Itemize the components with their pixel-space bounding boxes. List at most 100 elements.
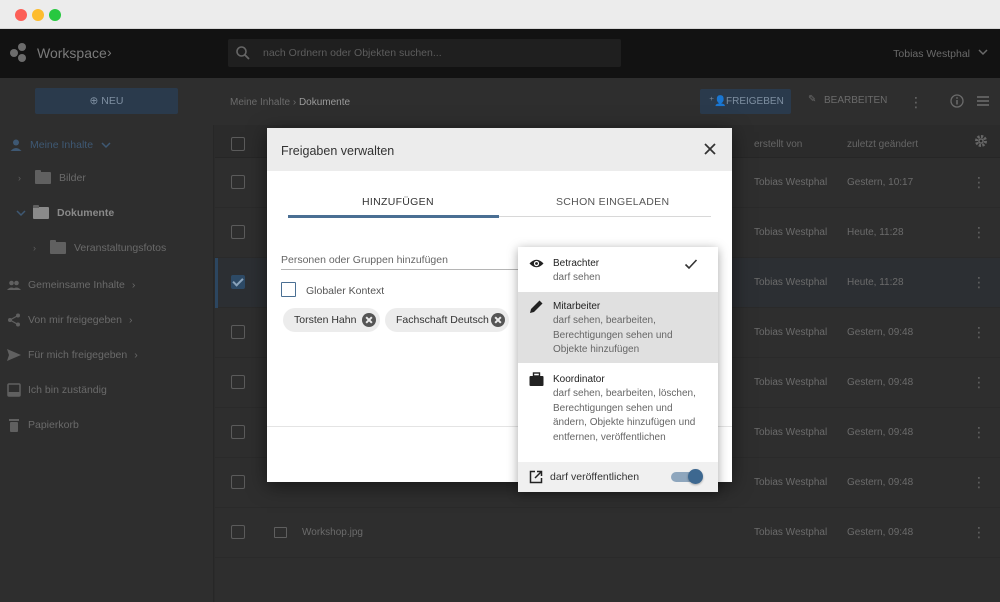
row-modified: Gestern, 09:48	[847, 327, 914, 338]
chevron-right-icon[interactable]: ›	[132, 279, 136, 291]
chevron-down-icon[interactable]	[978, 47, 988, 57]
chevron-down-icon[interactable]	[16, 208, 26, 218]
open-external-icon	[529, 470, 543, 484]
row-more-icon[interactable]: ⋮	[972, 374, 986, 391]
sidebar-item-gemeinsame-inhalte[interactable]: Gemeinsame Inhalte ›	[7, 275, 135, 295]
publish-toggle-knob[interactable]	[688, 469, 703, 484]
row-more-icon[interactable]: ⋮	[972, 274, 986, 291]
dialog-title: Freigaben verwalten	[281, 144, 395, 158]
more-options-icon[interactable]: ⋮	[909, 94, 923, 111]
chevron-right-icon[interactable]: ›	[18, 173, 26, 183]
search-bar[interactable]: nach Ordnern oder Objekten suchen...	[228, 39, 621, 67]
publish-toggle-row[interactable]: darf veröffentlichen	[518, 462, 718, 492]
global-context-label[interactable]: Globaler Kontext	[306, 285, 384, 297]
tab-schon-eingeladen[interactable]: SCHON EINGELADEN	[556, 196, 669, 208]
share-button-label: FREIGEBEN	[726, 96, 784, 107]
row-more-icon[interactable]: ⋮	[972, 174, 986, 191]
row-created-by: Tobias Westphal	[754, 427, 828, 438]
table-row[interactable]: Workshop.jpg Tobias Westphal Gestern, 09…	[215, 508, 1000, 558]
people-input[interactable]: Personen oder Gruppen hinzufügen	[281, 254, 448, 266]
window-titlebar	[0, 0, 1000, 29]
sidebar-item-ich-bin-zustaendig[interactable]: Ich bin zuständig	[7, 380, 107, 400]
column-header-modified[interactable]: zuletzt geändert	[847, 139, 918, 150]
breadcrumb-item-root[interactable]: Meine Inhalte	[230, 97, 290, 108]
role-title: Betrachter	[553, 258, 600, 269]
row-checkbox[interactable]	[231, 425, 245, 439]
pencil-icon: ✎	[808, 94, 817, 105]
row-name[interactable]: Workshop.jpg	[302, 527, 363, 538]
sidebar: Meine Inhalte › Bilder Dokumente › Veran…	[0, 125, 214, 602]
sidebar-item-label: Meine Inhalte	[30, 139, 94, 151]
people-input-underline	[281, 269, 521, 270]
info-icon[interactable]	[950, 94, 964, 108]
row-more-icon[interactable]: ⋮	[972, 524, 986, 541]
sidebar-item-papierkorb[interactable]: Papierkorb	[7, 415, 79, 435]
chevron-down-icon[interactable]	[101, 140, 111, 150]
sidebar-item-meine-inhalte[interactable]: Meine Inhalte	[9, 135, 111, 155]
share-button[interactable]: ⁺👤 FREIGEBEN	[700, 89, 791, 114]
role-option-mitarbeiter[interactable]: Mitarbeiter darf sehen, bearbeiten, Bere…	[518, 292, 718, 363]
workspace-logo-icon[interactable]	[10, 43, 30, 63]
row-more-icon[interactable]: ⋮	[972, 324, 986, 341]
sidebar-item-label: Bilder	[59, 172, 86, 184]
row-created-by: Tobias Westphal	[754, 177, 828, 188]
brand-name[interactable]: Workspace	[37, 45, 107, 61]
row-checkbox[interactable]	[231, 475, 245, 489]
folder-icon	[33, 205, 49, 219]
column-header-created-by[interactable]: erstellt von	[754, 139, 802, 150]
sidebar-item-label: Für mich freigegeben	[28, 349, 128, 361]
role-option-koordinator[interactable]: Koordinator darf sehen, bearbeiten, lösc…	[518, 365, 718, 461]
sidebar-item-dokumente[interactable]: Dokumente	[16, 203, 114, 223]
role-description: darf sehen, bearbeiten, löschen, Berecht…	[553, 388, 696, 443]
search-input[interactable]: nach Ordnern oder Objekten suchen...	[263, 47, 442, 59]
add-person-icon: ⁺👤	[709, 96, 727, 107]
chip-fachschaft-deutsch: Fachschaft Deutsch	[385, 308, 509, 332]
edit-button[interactable]: ✎ BEARBEITEN	[808, 94, 887, 106]
active-tab-indicator	[288, 215, 499, 218]
share-icon	[7, 313, 21, 327]
row-more-icon[interactable]: ⋮	[972, 474, 986, 491]
row-checkbox[interactable]	[231, 275, 245, 289]
row-modified: Heute, 11:28	[847, 277, 904, 288]
image-file-icon	[274, 527, 287, 538]
row-checkbox[interactable]	[231, 325, 245, 339]
role-description: darf sehen	[553, 272, 601, 283]
sidebar-item-veranstaltungsfotos[interactable]: › Veranstaltungsfotos	[33, 238, 166, 258]
sidebar-item-bilder[interactable]: › Bilder	[18, 168, 86, 188]
person-icon	[9, 138, 23, 152]
user-name[interactable]: Tobias Westphal	[893, 48, 970, 60]
briefcase-icon	[529, 372, 544, 387]
tab-hinzufuegen[interactable]: HINZUFÜGEN	[362, 196, 434, 208]
row-checkbox[interactable]	[231, 375, 245, 389]
chevron-right-icon[interactable]: ›	[129, 314, 133, 326]
list-view-icon[interactable]	[976, 94, 990, 108]
select-all-checkbox[interactable]	[231, 137, 245, 151]
close-window-button[interactable]	[15, 9, 27, 21]
chevron-right-icon[interactable]: ›	[107, 44, 112, 60]
close-icon[interactable]	[703, 142, 717, 156]
toolbar: ⊕ NEU Meine Inhalte › Dokumente ⁺👤 FREIG…	[0, 78, 1000, 125]
chevron-right-icon[interactable]: ›	[33, 243, 41, 253]
chip-remove-icon[interactable]	[362, 313, 376, 327]
sidebar-item-von-mir-freigegeben[interactable]: Von mir freigegeben ›	[7, 310, 132, 330]
settings-gear-icon[interactable]	[974, 134, 988, 148]
sidebar-item-label: Von mir freigegeben	[28, 314, 122, 326]
row-checkbox[interactable]	[231, 175, 245, 189]
row-more-icon[interactable]: ⋮	[972, 424, 986, 441]
row-modified: Gestern, 09:48	[847, 477, 914, 488]
row-checkbox[interactable]	[231, 225, 245, 239]
new-button[interactable]: ⊕ NEU	[35, 88, 178, 114]
role-title: Mitarbeiter	[553, 301, 601, 312]
row-created-by: Tobias Westphal	[754, 377, 828, 388]
maximize-window-button[interactable]	[49, 9, 61, 21]
app-header: Workspace › nach Ordnern oder Objekten s…	[0, 29, 1000, 78]
chevron-right-icon[interactable]: ›	[134, 349, 138, 361]
global-context-checkbox[interactable]	[281, 282, 296, 297]
sidebar-item-fuer-mich-freigegeben[interactable]: Für mich freigegeben ›	[7, 345, 138, 365]
role-option-betrachter[interactable]: Betrachter darf sehen	[518, 247, 718, 291]
row-checkbox[interactable]	[231, 525, 245, 539]
chip-remove-icon[interactable]	[491, 313, 505, 327]
sidebar-item-label: Veranstaltungsfotos	[74, 242, 167, 254]
row-more-icon[interactable]: ⋮	[972, 224, 986, 241]
minimize-window-button[interactable]	[32, 9, 44, 21]
